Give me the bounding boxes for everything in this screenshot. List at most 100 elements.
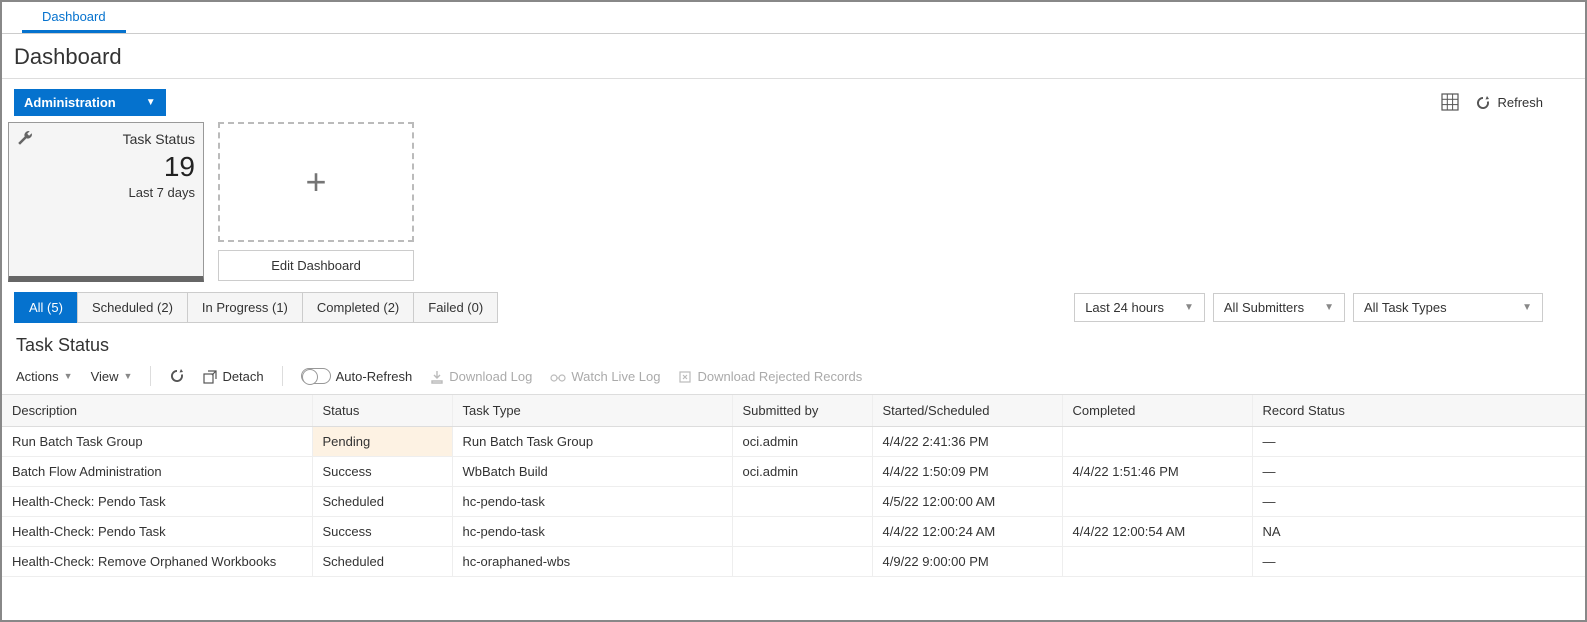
cell-started: 4/4/22 1:50:09 PM [872, 457, 1062, 487]
cell-description: Run Batch Task Group [2, 427, 312, 457]
tile-title: Task Status [17, 131, 195, 147]
add-tile-column: + Edit Dashboard [218, 122, 414, 281]
tab-dashboard[interactable]: Dashboard [22, 3, 126, 33]
view-menu[interactable]: View ▼ [91, 369, 133, 384]
filter-tab-completed[interactable]: Completed (2) [302, 292, 414, 323]
filter-tab-failed[interactable]: Failed (0) [413, 292, 498, 323]
detach-label: Detach [222, 369, 263, 384]
cell-completed: 4/4/22 1:51:46 PM [1062, 457, 1252, 487]
caret-down-icon: ▼ [1184, 302, 1194, 313]
cell-record: — [1252, 487, 1585, 517]
filter-tabs: All (5) Scheduled (2) In Progress (1) Co… [14, 292, 497, 323]
refresh-label: Refresh [1497, 95, 1543, 110]
page-title: Dashboard [2, 34, 1585, 79]
refresh-icon-button[interactable] [169, 368, 185, 384]
submitter-label: All Submitters [1224, 300, 1304, 315]
cell-record: — [1252, 547, 1585, 577]
caret-down-icon: ▼ [64, 371, 73, 381]
cell-tasktype: hc-oraphaned-wbs [452, 547, 732, 577]
col-record[interactable]: Record Status [1252, 395, 1585, 427]
time-range-select[interactable]: Last 24 hours ▼ [1074, 293, 1205, 322]
filter-tab-scheduled[interactable]: Scheduled (2) [77, 292, 188, 323]
toolbar-row: Administration ▼ Refresh [2, 79, 1585, 120]
filter-tab-inprogress[interactable]: In Progress (1) [187, 292, 303, 323]
task-type-label: All Task Types [1364, 300, 1447, 315]
edit-dashboard-button[interactable]: Edit Dashboard [218, 250, 414, 281]
watch-live-log-button: Watch Live Log [550, 369, 660, 384]
table-row[interactable]: Health-Check: Pendo TaskSuccesshc-pendo-… [2, 517, 1585, 547]
cell-status: Scheduled [312, 547, 452, 577]
right-controls: Refresh [1441, 93, 1573, 111]
cell-description: Health-Check: Pendo Task [2, 487, 312, 517]
table-row[interactable]: Batch Flow AdministrationSuccessWbBatch … [2, 457, 1585, 487]
divider [282, 366, 283, 386]
section-title: Task Status [2, 323, 1585, 362]
cell-submittedby [732, 517, 872, 547]
filter-selects: Last 24 hours ▼ All Submitters ▼ All Tas… [1074, 293, 1573, 322]
cell-record: — [1252, 427, 1585, 457]
cell-tasktype: hc-pendo-task [452, 517, 732, 547]
cell-tasktype: WbBatch Build [452, 457, 732, 487]
cell-record: NA [1252, 517, 1585, 547]
col-completed[interactable]: Completed [1062, 395, 1252, 427]
caret-down-icon: ▼ [146, 97, 156, 108]
download-rejected-button: Download Rejected Records [678, 368, 862, 384]
refresh-button[interactable]: Refresh [1475, 94, 1543, 111]
col-tasktype[interactable]: Task Type [452, 395, 732, 427]
task-status-tile[interactable]: Task Status 19 Last 7 days [8, 122, 204, 282]
tile-row: Task Status 19 Last 7 days + Edit Dashbo… [2, 120, 1585, 282]
cell-status: Scheduled [312, 487, 452, 517]
cell-description: Batch Flow Administration [2, 457, 312, 487]
cell-started: 4/9/22 9:00:00 PM [872, 547, 1062, 577]
filter-row: All (5) Scheduled (2) In Progress (1) Co… [2, 282, 1585, 323]
download-log-button: Download Log [430, 368, 532, 384]
tile-subtitle: Last 7 days [17, 185, 195, 200]
add-tile-button[interactable]: + [218, 122, 414, 242]
caret-down-icon: ▼ [1522, 302, 1532, 313]
filter-tab-all[interactable]: All (5) [14, 292, 78, 323]
col-submittedby[interactable]: Submitted by [732, 395, 872, 427]
col-description[interactable]: Description [2, 395, 312, 427]
col-status[interactable]: Status [312, 395, 452, 427]
cell-submittedby [732, 547, 872, 577]
submitter-select[interactable]: All Submitters ▼ [1213, 293, 1345, 322]
auto-refresh-label: Auto-Refresh [336, 369, 413, 384]
task-status-table: Description Status Task Type Submitted b… [2, 394, 1585, 577]
action-toolbar: Actions ▼ View ▼ Detach Auto-Refresh Dow… [2, 362, 1585, 394]
grid-view-icon[interactable] [1441, 93, 1459, 111]
cell-started: 4/4/22 12:00:24 AM [872, 517, 1062, 547]
tile-number: 19 [17, 151, 195, 183]
watch-live-label: Watch Live Log [571, 369, 660, 384]
administration-dropdown[interactable]: Administration ▼ [14, 89, 166, 116]
glasses-icon [550, 369, 566, 384]
table-row[interactable]: Run Batch Task GroupPendingRun Batch Tas… [2, 427, 1585, 457]
download-rejected-icon [678, 368, 692, 384]
table-row[interactable]: Health-Check: Remove Orphaned WorkbooksS… [2, 547, 1585, 577]
caret-down-icon: ▼ [1324, 302, 1334, 313]
toggle-icon [301, 368, 331, 384]
cell-submittedby: oci.admin [732, 427, 872, 457]
cell-completed [1062, 427, 1252, 457]
table-header-row: Description Status Task Type Submitted b… [2, 395, 1585, 427]
cell-completed [1062, 487, 1252, 517]
task-type-select[interactable]: All Task Types ▼ [1353, 293, 1543, 322]
actions-label: Actions [16, 369, 59, 384]
cell-started: 4/4/22 2:41:36 PM [872, 427, 1062, 457]
table-row[interactable]: Health-Check: Pendo TaskScheduledhc-pend… [2, 487, 1585, 517]
detach-icon [203, 368, 217, 384]
cell-started: 4/5/22 12:00:00 AM [872, 487, 1062, 517]
cell-status: Success [312, 457, 452, 487]
wrench-icon [17, 129, 33, 146]
cell-tasktype: Run Batch Task Group [452, 427, 732, 457]
cell-submittedby: oci.admin [732, 457, 872, 487]
plus-icon: + [305, 161, 326, 203]
detach-button[interactable]: Detach [203, 368, 263, 384]
cell-description: Health-Check: Remove Orphaned Workbooks [2, 547, 312, 577]
caret-down-icon: ▼ [124, 371, 133, 381]
actions-menu[interactable]: Actions ▼ [16, 369, 73, 384]
cell-status: Success [312, 517, 452, 547]
col-started[interactable]: Started/Scheduled [872, 395, 1062, 427]
download-log-label: Download Log [449, 369, 532, 384]
view-label: View [91, 369, 119, 384]
auto-refresh-toggle[interactable]: Auto-Refresh [301, 368, 413, 384]
